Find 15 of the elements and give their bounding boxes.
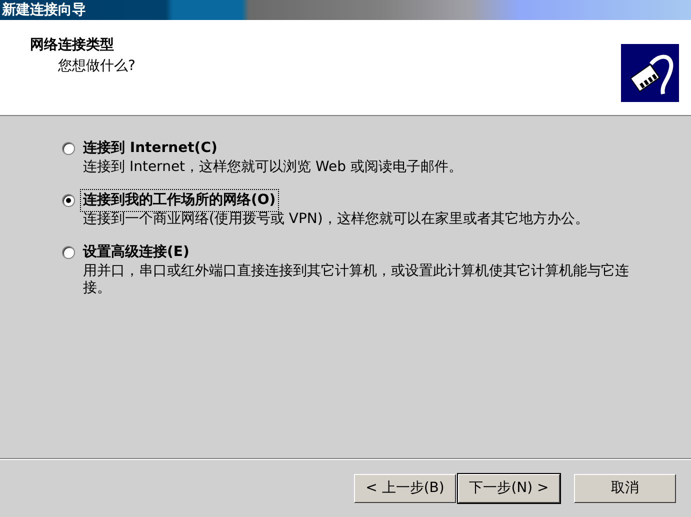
option-label[interactable]: 连接到 Internet(C) [81, 138, 220, 159]
radio-button[interactable] [62, 246, 75, 259]
option-description: 连接到 Internet，这样您就可以浏览 Web 或阅读电子邮件。 [82, 159, 464, 176]
header-title: 网络连接类型 [30, 36, 115, 55]
back-button[interactable]: < 上一步(B) [354, 474, 456, 503]
option-description: 用并口，串口或红外端口直接连接到其它计算机，或设置此计算机使其它计算机能与它连接。 [82, 263, 630, 297]
window-title: 新建连接向导 [0, 0, 691, 20]
header-subtitle: 您想做什么? [57, 57, 136, 76]
radio-button[interactable] [62, 194, 75, 207]
option-description: 连接到一个商业网络(使用拨号或 VPN)，这样您就可以在家里或者其它地方办公。 [82, 211, 590, 228]
next-button[interactable]: 下一步(N) > [458, 474, 560, 503]
option-label[interactable]: 连接到我的工作场所的网络(O) [81, 190, 278, 211]
option-label[interactable]: 设置高级连接(E) [81, 242, 192, 263]
radio-button[interactable] [62, 142, 75, 155]
cancel-button[interactable]: 取消 [574, 474, 676, 503]
